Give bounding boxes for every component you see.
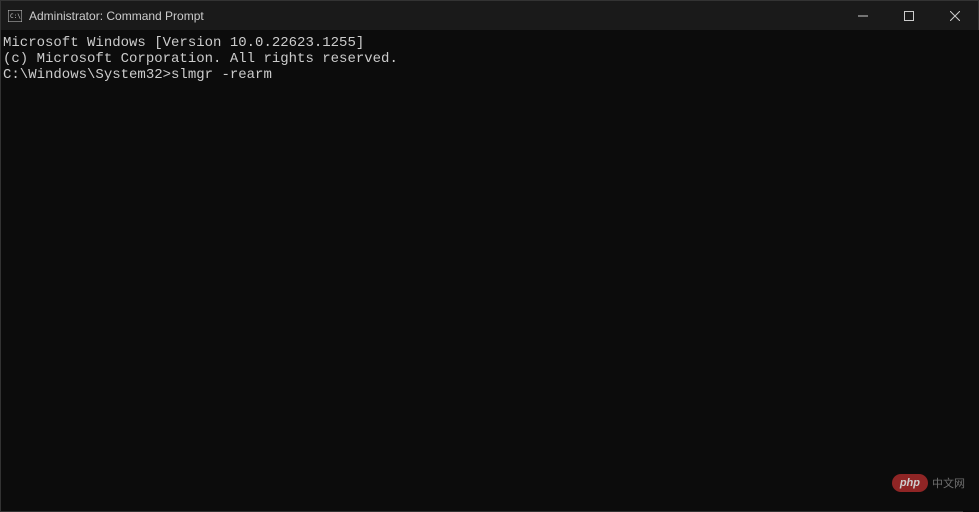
- minimize-button[interactable]: [840, 1, 886, 30]
- maximize-button[interactable]: [886, 1, 932, 30]
- command-prompt-window: C:\ Administrator: Command Prompt Micros…: [0, 0, 979, 512]
- terminal-prompt: C:\Windows\System32>: [3, 67, 171, 83]
- svg-text:C:\: C:\: [10, 13, 21, 20]
- window-title: Administrator: Command Prompt: [29, 9, 204, 23]
- terminal-body[interactable]: Microsoft Windows [Version 10.0.22623.12…: [1, 31, 978, 511]
- vertical-scrollbar[interactable]: [963, 30, 979, 512]
- watermark-badge: php: [892, 474, 928, 492]
- window-controls: [840, 1, 978, 30]
- watermark: php 中文网: [892, 474, 965, 492]
- terminal-output-line: Microsoft Windows [Version 10.0.22623.12…: [3, 35, 976, 51]
- titlebar-left: C:\ Administrator: Command Prompt: [7, 8, 204, 24]
- watermark-text: 中文网: [932, 475, 965, 491]
- terminal-prompt-line: C:\Windows\System32>slmgr -rearm: [3, 67, 976, 83]
- cmd-icon: C:\: [7, 8, 23, 24]
- terminal-output-line: (c) Microsoft Corporation. All rights re…: [3, 51, 976, 67]
- terminal-command: slmgr -rearm: [171, 67, 272, 83]
- titlebar[interactable]: C:\ Administrator: Command Prompt: [1, 1, 978, 31]
- close-button[interactable]: [932, 1, 978, 30]
